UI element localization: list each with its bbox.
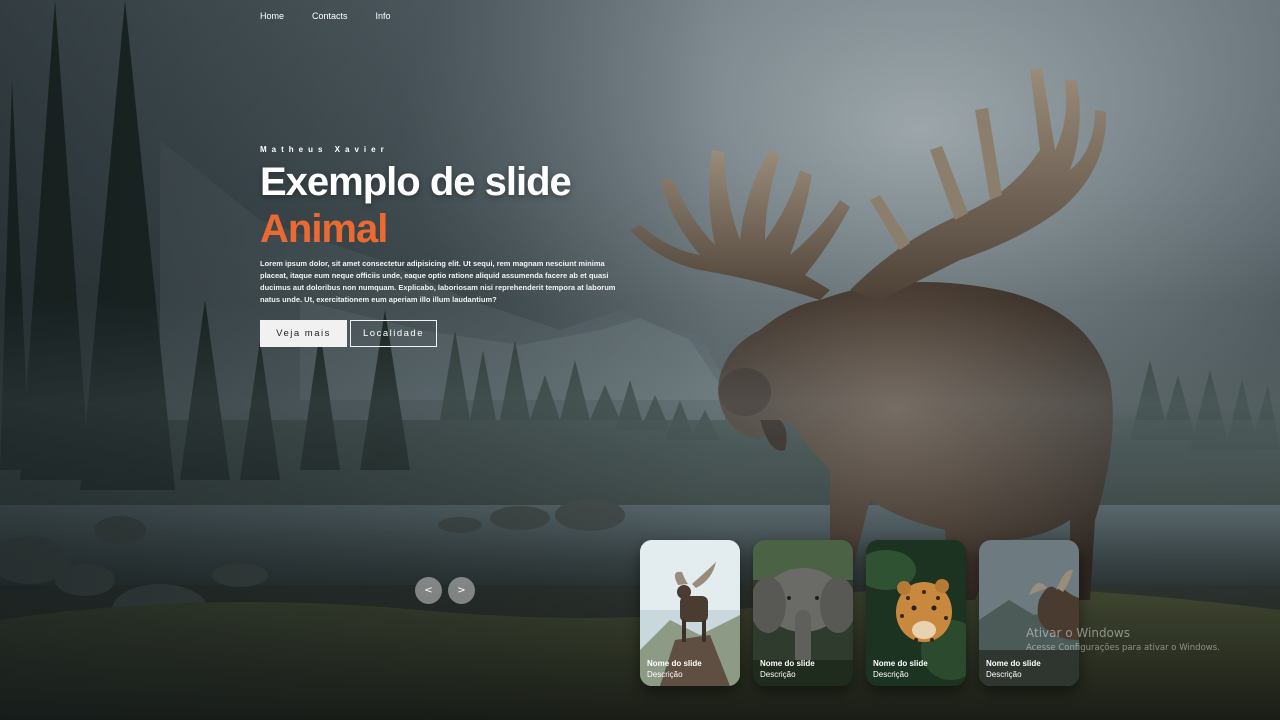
watermark-subtitle: Acesse Configurações para ativar o Windo… — [1026, 643, 1220, 653]
shade-overlay — [0, 0, 720, 720]
thumbnail-card-jaguar[interactable]: Nome do slide Descrição — [866, 540, 966, 686]
thumbnail-description: Descrição — [760, 670, 796, 679]
thumbnail-description: Descrição — [647, 670, 683, 679]
top-navigation: Home Contacts Info — [260, 11, 391, 21]
chevron-right-icon: > — [457, 585, 466, 596]
watermark-title: Ativar o Windows — [1026, 626, 1130, 640]
slider-arrows: < > — [415, 577, 475, 604]
slide-subtitle: Animal — [260, 207, 388, 251]
author-name: Matheus Xavier — [260, 145, 389, 154]
hero-buttons: Veja mais Localidade — [260, 320, 620, 347]
thumbnail-title: Nome do slide — [760, 659, 815, 668]
nav-home-link[interactable]: Home — [260, 11, 284, 21]
thumbnail-description: Descrição — [986, 670, 1022, 679]
hero-content: Matheus Xavier Exemplo de slide Animal L… — [260, 145, 620, 347]
thumbnail-caption: Nome do slide Descrição — [873, 659, 928, 679]
slide-description: Lorem ipsum dolor, sit amet consectetur … — [260, 259, 616, 304]
thumbnail-card-moose-antlers[interactable]: Nome do slide Descrição — [979, 540, 1079, 686]
thumbnail-caption: Nome do slide Descrição — [647, 659, 702, 679]
slide-title: Exemplo de slide — [260, 160, 572, 204]
prev-slide-button[interactable]: < — [415, 577, 442, 604]
next-slide-button[interactable]: > — [448, 577, 475, 604]
thumbnail-description: Descrição — [873, 670, 909, 679]
thumbnail-title: Nome do slide — [647, 659, 702, 668]
thumbnail-card-moose[interactable]: Nome do slide Descrição — [640, 540, 740, 686]
see-more-button[interactable]: Veja mais — [260, 320, 347, 347]
hero-slide: Home Contacts Info Matheus Xavier Exempl… — [0, 0, 1280, 720]
thumbnail-list: Nome do slide Descrição Nome do slide De… — [640, 540, 1079, 686]
thumbnail-caption: Nome do slide Descrição — [760, 659, 815, 679]
thumbnail-card-elephant[interactable]: Nome do slide Descrição — [753, 540, 853, 686]
nav-contacts-link[interactable]: Contacts — [312, 11, 348, 21]
chevron-left-icon: < — [424, 585, 433, 596]
thumbnail-caption: Nome do slide Descrição — [986, 659, 1041, 679]
thumbnail-title: Nome do slide — [986, 659, 1041, 668]
thumbnail-title: Nome do slide — [873, 659, 928, 668]
windows-activation-watermark: Ativar o Windows Acesse Configurações pa… — [1026, 626, 1220, 653]
nav-info-link[interactable]: Info — [376, 11, 391, 21]
location-button[interactable]: Localidade — [350, 320, 437, 347]
